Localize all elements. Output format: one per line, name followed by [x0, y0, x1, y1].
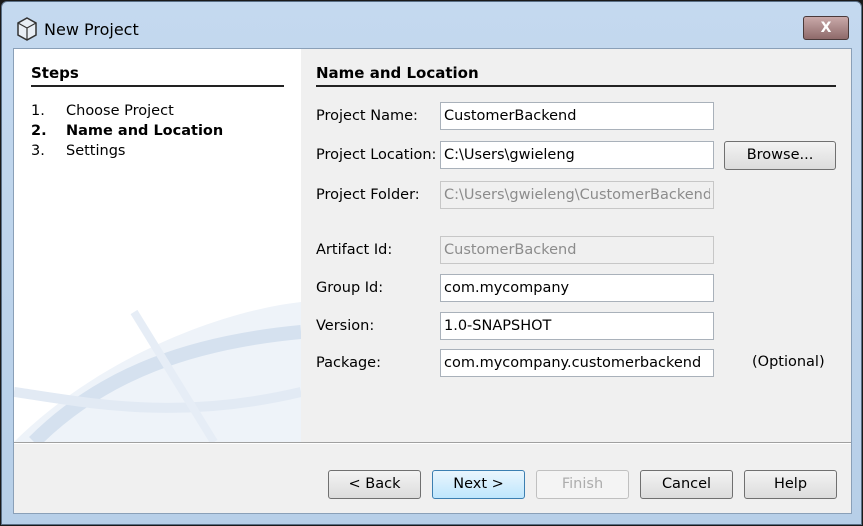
steps-list: 1. Choose Project 2. Name and Location 3. S…: [31, 101, 223, 161]
section-heading: Name and Location: [316, 64, 836, 87]
window-title: New Project: [44, 19, 139, 39]
netbeans-cube-icon: [17, 17, 37, 41]
step-number: 2.: [31, 123, 47, 139]
finish-button: Finish: [536, 470, 629, 499]
project-folder-input: [440, 181, 714, 209]
artifact-id-input: [440, 236, 714, 264]
group-id-input[interactable]: [440, 274, 714, 302]
version-label: Version:: [316, 318, 375, 334]
separator: [14, 442, 851, 444]
decorative-swoosh-icon: [14, 302, 301, 442]
step-number: 3.: [31, 143, 45, 159]
step-item: 3. Settings: [31, 141, 223, 161]
step-item-current: 2. Name and Location: [31, 121, 223, 141]
project-folder-label: Project Folder:: [316, 187, 420, 203]
next-button[interactable]: Next >: [432, 470, 525, 499]
artifact-id-label: Artifact Id:: [316, 242, 393, 258]
step-label: Name and Location: [66, 123, 224, 139]
dialog-content: Steps 1. Choose Project 2. Name and Locati…: [13, 48, 852, 514]
browse-button[interactable]: Browse...: [724, 141, 836, 170]
steps-panel: Steps 1. Choose Project 2. Name and Locati…: [14, 49, 301, 442]
step-label: Choose Project: [66, 103, 174, 119]
help-button[interactable]: Help: [744, 470, 837, 499]
back-button[interactable]: < Back: [328, 470, 421, 499]
new-project-dialog: New Project X Steps 1. Choose Project 2. N…: [1, 1, 862, 525]
step-number: 1.: [31, 103, 45, 119]
project-name-input[interactable]: [440, 102, 714, 130]
cancel-button[interactable]: Cancel: [640, 470, 733, 499]
step-item: 1. Choose Project: [31, 101, 223, 121]
project-location-label: Project Location:: [316, 147, 437, 163]
version-input[interactable]: [440, 312, 714, 340]
group-id-label: Group Id:: [316, 280, 384, 296]
package-label: Package:: [316, 355, 381, 371]
title-bar: New Project: [16, 16, 139, 42]
step-label: Settings: [66, 143, 126, 159]
project-name-label: Project Name:: [316, 108, 418, 124]
package-input[interactable]: [440, 349, 714, 377]
close-button[interactable]: X: [803, 16, 849, 40]
project-location-input[interactable]: [440, 141, 714, 169]
steps-heading: Steps: [31, 64, 284, 87]
package-optional-note: (Optional): [752, 354, 825, 370]
